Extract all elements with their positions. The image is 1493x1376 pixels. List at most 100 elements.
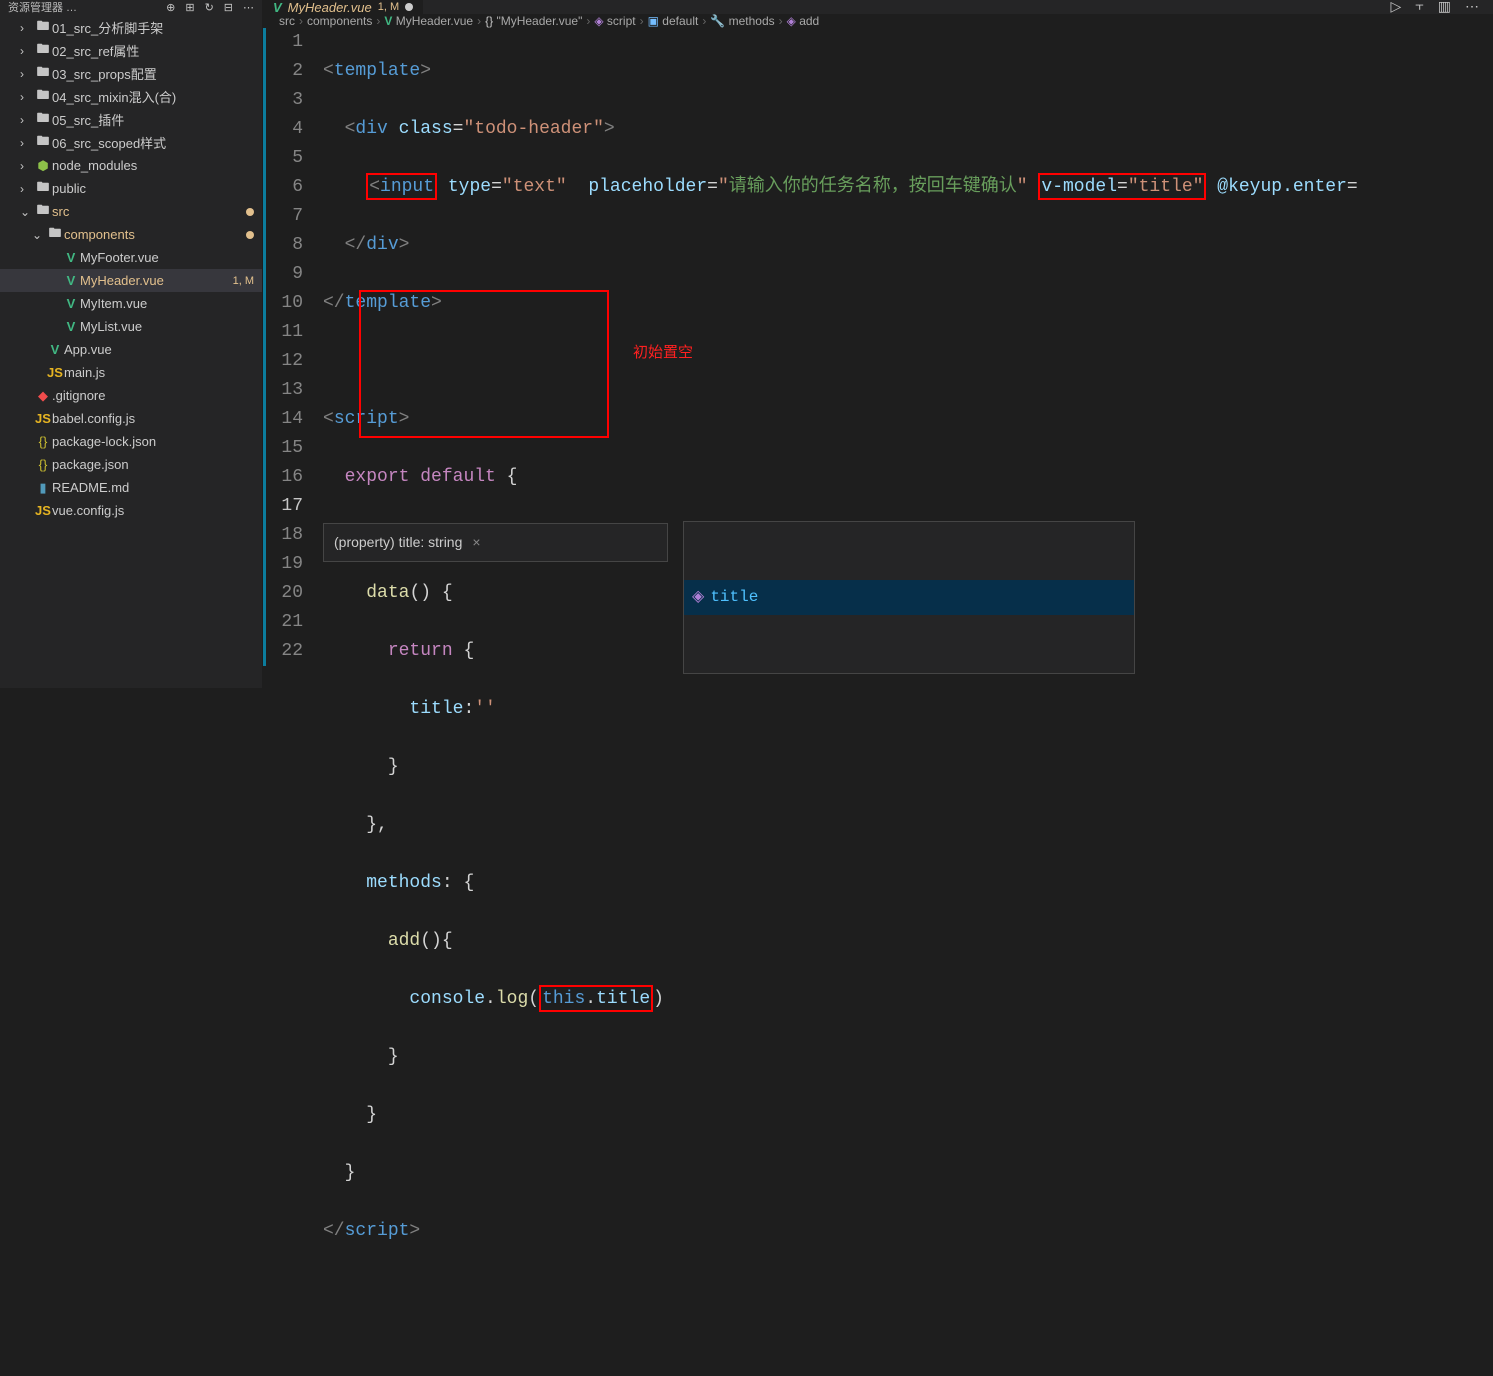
breadcrumb-item[interactable]: 🔧 methods <box>710 14 774 28</box>
highlight-box-data <box>359 290 609 438</box>
modified-dot-icon <box>246 231 254 239</box>
tree-item--gitignore[interactable]: ◆.gitignore <box>0 384 262 407</box>
tree-item-readme-md[interactable]: ▮README.md <box>0 476 262 499</box>
box-icon: ▣ <box>648 14 659 28</box>
modified-dot-icon <box>246 208 254 216</box>
collapse-icon[interactable]: ⊟ <box>224 1 233 14</box>
new-folder-icon[interactable]: ⊞ <box>185 1 194 14</box>
hint-text: (property) title: string <box>334 528 462 557</box>
sidebar-header: 资源管理器 … ⊕ ⊞ ↻ ⊟ ⋯ <box>0 0 262 14</box>
tree-item-myfooter-vue[interactable]: VMyFooter.vue <box>0 246 262 269</box>
sidebar: 资源管理器 … ⊕ ⊞ ↻ ⊟ ⋯ ›🖿01_src_分析脚手架›🖿02_src… <box>0 0 263 688</box>
tree-item-myheader-vue[interactable]: VMyHeader.vue1, M <box>0 269 262 292</box>
tree-item-label: App.vue <box>64 342 262 357</box>
tree-item-label: babel.config.js <box>52 411 262 426</box>
editor-main: V MyHeader.vue 1, M ▷ ⫟ ▥ ⋯ src›componen… <box>263 0 1493 688</box>
line-number: 9 <box>263 260 303 289</box>
line-number: 22 <box>263 637 303 666</box>
line-number: 6 <box>263 173 303 202</box>
tree-item-label: MyFooter.vue <box>80 250 262 265</box>
sidebar-actions: ⊕ ⊞ ↻ ⊟ ⋯ <box>166 1 254 14</box>
line-number: 5 <box>263 144 303 173</box>
breadcrumb-item[interactable]: V MyHeader.vue <box>384 14 473 28</box>
tree-item-myitem-vue[interactable]: VMyItem.vue <box>0 292 262 315</box>
line-number: 19 <box>263 550 303 579</box>
vue-icon: V <box>273 0 282 15</box>
chevron-icon: ⌄ <box>32 228 46 242</box>
tree-item-label: README.md <box>52 480 262 495</box>
tree-item-label: src <box>52 204 246 219</box>
cube-icon: ◈ <box>594 14 603 28</box>
tab-badge: 1, M <box>378 1 399 13</box>
close-icon[interactable]: × <box>472 528 480 557</box>
cube-icon: ◈ <box>787 14 796 28</box>
line-number: 16 <box>263 463 303 492</box>
new-file-icon[interactable]: ⊕ <box>166 1 175 14</box>
tree-item-label: node_modules <box>52 158 262 173</box>
tree-item-mylist-vue[interactable]: VMyList.vue <box>0 315 262 338</box>
tree-item-label: .gitignore <box>52 388 262 403</box>
tree-item-label: 03_src_props配置 <box>52 64 262 83</box>
chevron-icon: ⌄ <box>20 205 34 219</box>
line-number: 18 <box>263 521 303 550</box>
tree-item-label: MyList.vue <box>80 319 262 334</box>
tree-item-app-vue[interactable]: VApp.vue <box>0 338 262 361</box>
tree-item-label: MyHeader.vue <box>80 273 233 288</box>
code-editor[interactable]: 12345678910111213141516171819202122 <tem… <box>263 28 1493 1376</box>
tree-item-package-lock-json[interactable]: {}package-lock.json <box>0 430 262 453</box>
explorer-title: 资源管理器 … <box>8 0 166 15</box>
code-area[interactable]: <template> <div class="todo-header"> <in… <box>323 28 1493 1376</box>
more-icon[interactable]: ⋯ <box>243 1 254 14</box>
line-number: 21 <box>263 608 303 637</box>
tree-item-03-src-props-[interactable]: ›🖿03_src_props配置 <box>0 62 262 85</box>
tree-item-05-src-[interactable]: ›🖿05_src_插件 <box>0 108 262 131</box>
line-number: 1 <box>263 28 303 57</box>
tree-item-main-js[interactable]: JSmain.js <box>0 361 262 384</box>
tree-item-04-src-mixin-[interactable]: ›🖿04_src_mixin混入(合) <box>0 85 262 108</box>
tree-item-06-src-scoped-[interactable]: ›🖿06_src_scoped样式 <box>0 131 262 154</box>
annotation-text: 初始置空 <box>633 338 693 367</box>
line-number: 7 <box>263 202 303 231</box>
tree-item-label: vue.config.js <box>52 503 262 518</box>
tree-item-label: 06_src_scoped样式 <box>52 133 262 152</box>
breadcrumb[interactable]: src›components›V MyHeader.vue›{} "MyHead… <box>263 14 1493 28</box>
intellisense-list[interactable]: ◈ title <box>683 521 1135 674</box>
breadcrumb-item[interactable]: ◈ script <box>594 14 635 28</box>
property-icon: ◈ <box>692 583 704 612</box>
tree-item-public[interactable]: ›🖿public <box>0 177 262 200</box>
line-number: 3 <box>263 86 303 115</box>
chevron-icon: › <box>20 113 34 127</box>
tree-item-label: 04_src_mixin混入(合) <box>52 87 262 106</box>
file-tree: ›🖿01_src_分析脚手架›🖿02_src_ref属性›🖿03_src_pro… <box>0 14 262 688</box>
intellisense-item[interactable]: ◈ title <box>684 580 1134 615</box>
line-number: 14 <box>263 405 303 434</box>
chevron-icon: › <box>20 67 34 81</box>
modification-bar <box>263 28 266 666</box>
tree-item-vue-config-js[interactable]: JSvue.config.js <box>0 499 262 522</box>
tree-item-components[interactable]: ⌄🖿components <box>0 223 262 246</box>
tree-item-package-json[interactable]: {}package.json <box>0 453 262 476</box>
breadcrumb-item[interactable]: components <box>307 14 372 28</box>
line-number: 2 <box>263 57 303 86</box>
tree-item-02-src-ref-[interactable]: ›🖿02_src_ref属性 <box>0 39 262 62</box>
tree-item-label: package-lock.json <box>52 434 262 449</box>
line-number: 13 <box>263 376 303 405</box>
vue-icon: V <box>384 14 392 28</box>
tree-item-01-src-[interactable]: ›🖿01_src_分析脚手架 <box>0 16 262 39</box>
tree-item-node-modules[interactable]: ›⬢node_modules <box>0 154 262 177</box>
gutter: 12345678910111213141516171819202122 <box>263 28 323 1376</box>
breadcrumb-item[interactable]: ▣ default <box>648 14 699 28</box>
chevron-icon: › <box>20 44 34 58</box>
git-badge: 1, M <box>233 275 262 287</box>
tree-item-src[interactable]: ⌄🖿src <box>0 200 262 223</box>
line-number: 15 <box>263 434 303 463</box>
breadcrumb-item[interactable]: src <box>279 14 295 28</box>
line-number: 11 <box>263 318 303 347</box>
line-number: 10 <box>263 289 303 318</box>
tree-item-label: 01_src_分析脚手架 <box>52 18 262 37</box>
tab-myheader[interactable]: V MyHeader.vue 1, M <box>263 0 423 14</box>
tree-item-babel-config-js[interactable]: JSbabel.config.js <box>0 407 262 430</box>
breadcrumb-item[interactable]: {} "MyHeader.vue" <box>485 14 582 28</box>
breadcrumb-item[interactable]: ◈ add <box>787 14 820 28</box>
refresh-icon[interactable]: ↻ <box>205 1 214 14</box>
